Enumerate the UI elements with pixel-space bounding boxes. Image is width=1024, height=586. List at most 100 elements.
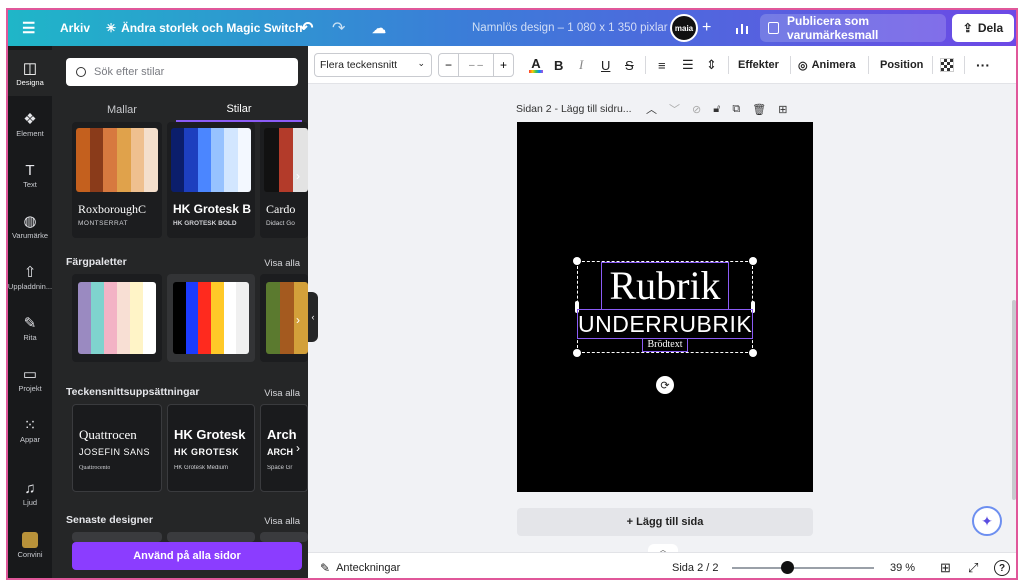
align-center-icon[interactable]: ≡: [658, 46, 666, 84]
plus-icon[interactable]: +: [702, 10, 711, 46]
line-spacing-icon[interactable]: ⇕: [706, 46, 717, 84]
tab-mallar[interactable]: Mallar: [72, 98, 172, 122]
layout-icon: ◫: [22, 59, 38, 77]
divider: [790, 56, 791, 74]
see-all-recent-link[interactable]: Visa alla: [264, 516, 300, 527]
hamburger-icon[interactable]: ☰: [22, 10, 35, 46]
insights-icon[interactable]: [732, 10, 752, 46]
rail-item-designa[interactable]: ◫ Designa: [8, 50, 52, 96]
chevron-down-icon[interactable]: ﹀: [669, 101, 680, 117]
rail-item-uploads[interactable]: ⇧ Uppladdnin...: [8, 254, 52, 300]
chevron-right-icon[interactable]: ›: [288, 166, 308, 186]
more-options-icon[interactable]: ···: [976, 46, 990, 84]
color-swatch: [224, 128, 238, 192]
page-title[interactable]: Sidan 2 - Lägg till sidru...: [516, 103, 634, 115]
publish-brand-template-button[interactable]: Publicera som varumärkesmall: [760, 14, 946, 42]
zoom-level[interactable]: 39 %: [890, 553, 915, 578]
duplicate-icon[interactable]: ⧉: [732, 103, 740, 116]
grid-view-icon[interactable]: ⊞: [940, 553, 951, 578]
add-page-icon[interactable]: ⊞: [778, 103, 787, 116]
recent-design-thumb[interactable]: [167, 532, 255, 542]
canvas-scrollbar[interactable]: [1012, 300, 1016, 500]
list-icon[interactable]: ☰: [682, 46, 694, 84]
color-swatch: [78, 282, 91, 354]
heading-text[interactable]: Rubrik: [601, 262, 729, 310]
italic-icon[interactable]: I: [579, 46, 583, 84]
transparency-icon[interactable]: [940, 46, 954, 84]
rotate-icon[interactable]: ⟳: [656, 376, 674, 394]
zoom-slider-knob[interactable]: [781, 561, 795, 574]
help-button[interactable]: ?: [994, 553, 1010, 578]
rail-item-element[interactable]: ❖ Element: [8, 101, 52, 147]
apply-to-all-pages-button[interactable]: Använd på alla sidor: [72, 542, 302, 570]
chevron-up-icon[interactable]: ︿: [646, 101, 657, 117]
rail-item-appar[interactable]: ⁙ Appar: [8, 407, 52, 453]
cloud-saved-icon[interactable]: ☁: [372, 10, 386, 46]
rail-item-ljud[interactable]: ♫ Ljud: [8, 470, 52, 516]
color-rainbow-bar-icon: [529, 70, 543, 73]
resize-handle[interactable]: [749, 349, 757, 357]
avatar[interactable]: maia: [670, 14, 698, 42]
resize-handle[interactable]: [749, 257, 757, 265]
design-canvas[interactable]: Rubrik UNDERRUBRIK Brödtext ⟳: [517, 122, 813, 492]
chevron-right-icon[interactable]: ›: [288, 310, 308, 330]
collapse-panel-handle[interactable]: ‹: [308, 292, 318, 342]
share-button[interactable]: ⇪ Dela: [952, 14, 1014, 42]
add-page-button[interactable]: + Lägg till sida: [517, 508, 813, 536]
resize-handle[interactable]: [573, 257, 581, 265]
resize-button[interactable]: ✳ Ändra storlek och Magic Switch: [106, 10, 302, 46]
body-text[interactable]: Brödtext: [642, 338, 688, 352]
design-title[interactable]: Namnlös design – 1 080 x 1 350 pixlar: [472, 10, 668, 46]
font-size-stepper[interactable]: − – – +: [438, 53, 514, 77]
decrease-size-button[interactable]: −: [439, 54, 459, 76]
font-set-subtitle: HK GROTESK: [174, 447, 240, 457]
see-all-palettes-link[interactable]: Visa alla: [264, 258, 300, 269]
style-card[interactable]: HK Grotesk B HK GROTESK BOLD: [167, 122, 255, 238]
lock-icon[interactable]: 🔓︎: [713, 103, 720, 116]
apps-icon: ⁙: [23, 416, 37, 434]
subheading-text[interactable]: UNDERRUBRIK: [577, 309, 753, 339]
rail-item-varumarke[interactable]: ◍ Varumärke: [8, 203, 52, 249]
search-icon: [76, 67, 86, 77]
divider: [868, 56, 869, 74]
font-family-select[interactable]: Flera teckensnitt ⌄: [314, 53, 432, 77]
resize-handle[interactable]: [573, 349, 581, 357]
animate-button[interactable]: ◎ Animera: [798, 46, 856, 84]
search-input[interactable]: Sök efter stilar: [66, 58, 298, 86]
recent-design-thumb[interactable]: [260, 532, 308, 542]
page-indicator[interactable]: Sida 2 / 2: [672, 553, 718, 578]
font-set-card[interactable]: HK Grotesk HK GROTESK HK Grotesk Medium: [167, 404, 255, 492]
palette-card[interactable]: [72, 274, 162, 362]
underline-icon[interactable]: U: [601, 46, 610, 84]
font-set-card[interactable]: Quattrocen JOSEFIN SANS Quattrocento: [72, 404, 162, 492]
trash-icon[interactable]: 🗑︎: [752, 103, 766, 116]
notes-button[interactable]: ✎ Anteckningar: [320, 553, 400, 578]
magic-sparkle-icon[interactable]: ✦: [972, 506, 1002, 536]
bold-icon[interactable]: B: [554, 46, 563, 84]
see-all-fonts-link[interactable]: Visa alla: [264, 388, 300, 399]
recent-design-thumb[interactable]: [72, 532, 162, 542]
divider: [964, 56, 965, 74]
zoom-slider-track[interactable]: [732, 567, 874, 569]
rail-item-projekt[interactable]: ▭ Projekt: [8, 356, 52, 402]
color-swatch: [210, 128, 225, 192]
style-card[interactable]: RoxboroughC MONTSERRAT: [72, 122, 162, 238]
text-color-icon[interactable]: A: [526, 46, 546, 84]
rail-item-rita[interactable]: ✎ Rita: [8, 305, 52, 351]
chevron-right-icon[interactable]: ›: [288, 438, 308, 458]
hide-icon[interactable]: ⊘: [692, 103, 701, 116]
file-menu[interactable]: Arkiv: [60, 10, 90, 46]
fullscreen-icon[interactable]: ⤢: [968, 553, 978, 578]
effects-button[interactable]: Effekter: [738, 46, 779, 84]
increase-size-button[interactable]: +: [493, 54, 513, 76]
screenshot-frame: ☰ Arkiv ✳ Ändra storlek och Magic Switch …: [6, 8, 1018, 580]
font-size-input[interactable]: – –: [459, 54, 493, 76]
rail-item-convini[interactable]: Convini: [8, 522, 52, 568]
redo-icon[interactable]: ↷: [332, 10, 345, 46]
strikethrough-icon[interactable]: S: [625, 46, 634, 84]
tab-stilar[interactable]: Stilar: [176, 98, 302, 122]
position-button[interactable]: Position: [880, 46, 923, 84]
rail-item-text[interactable]: T Text: [8, 152, 52, 198]
palette-card[interactable]: [167, 274, 255, 362]
undo-icon[interactable]: ↶: [300, 10, 313, 46]
